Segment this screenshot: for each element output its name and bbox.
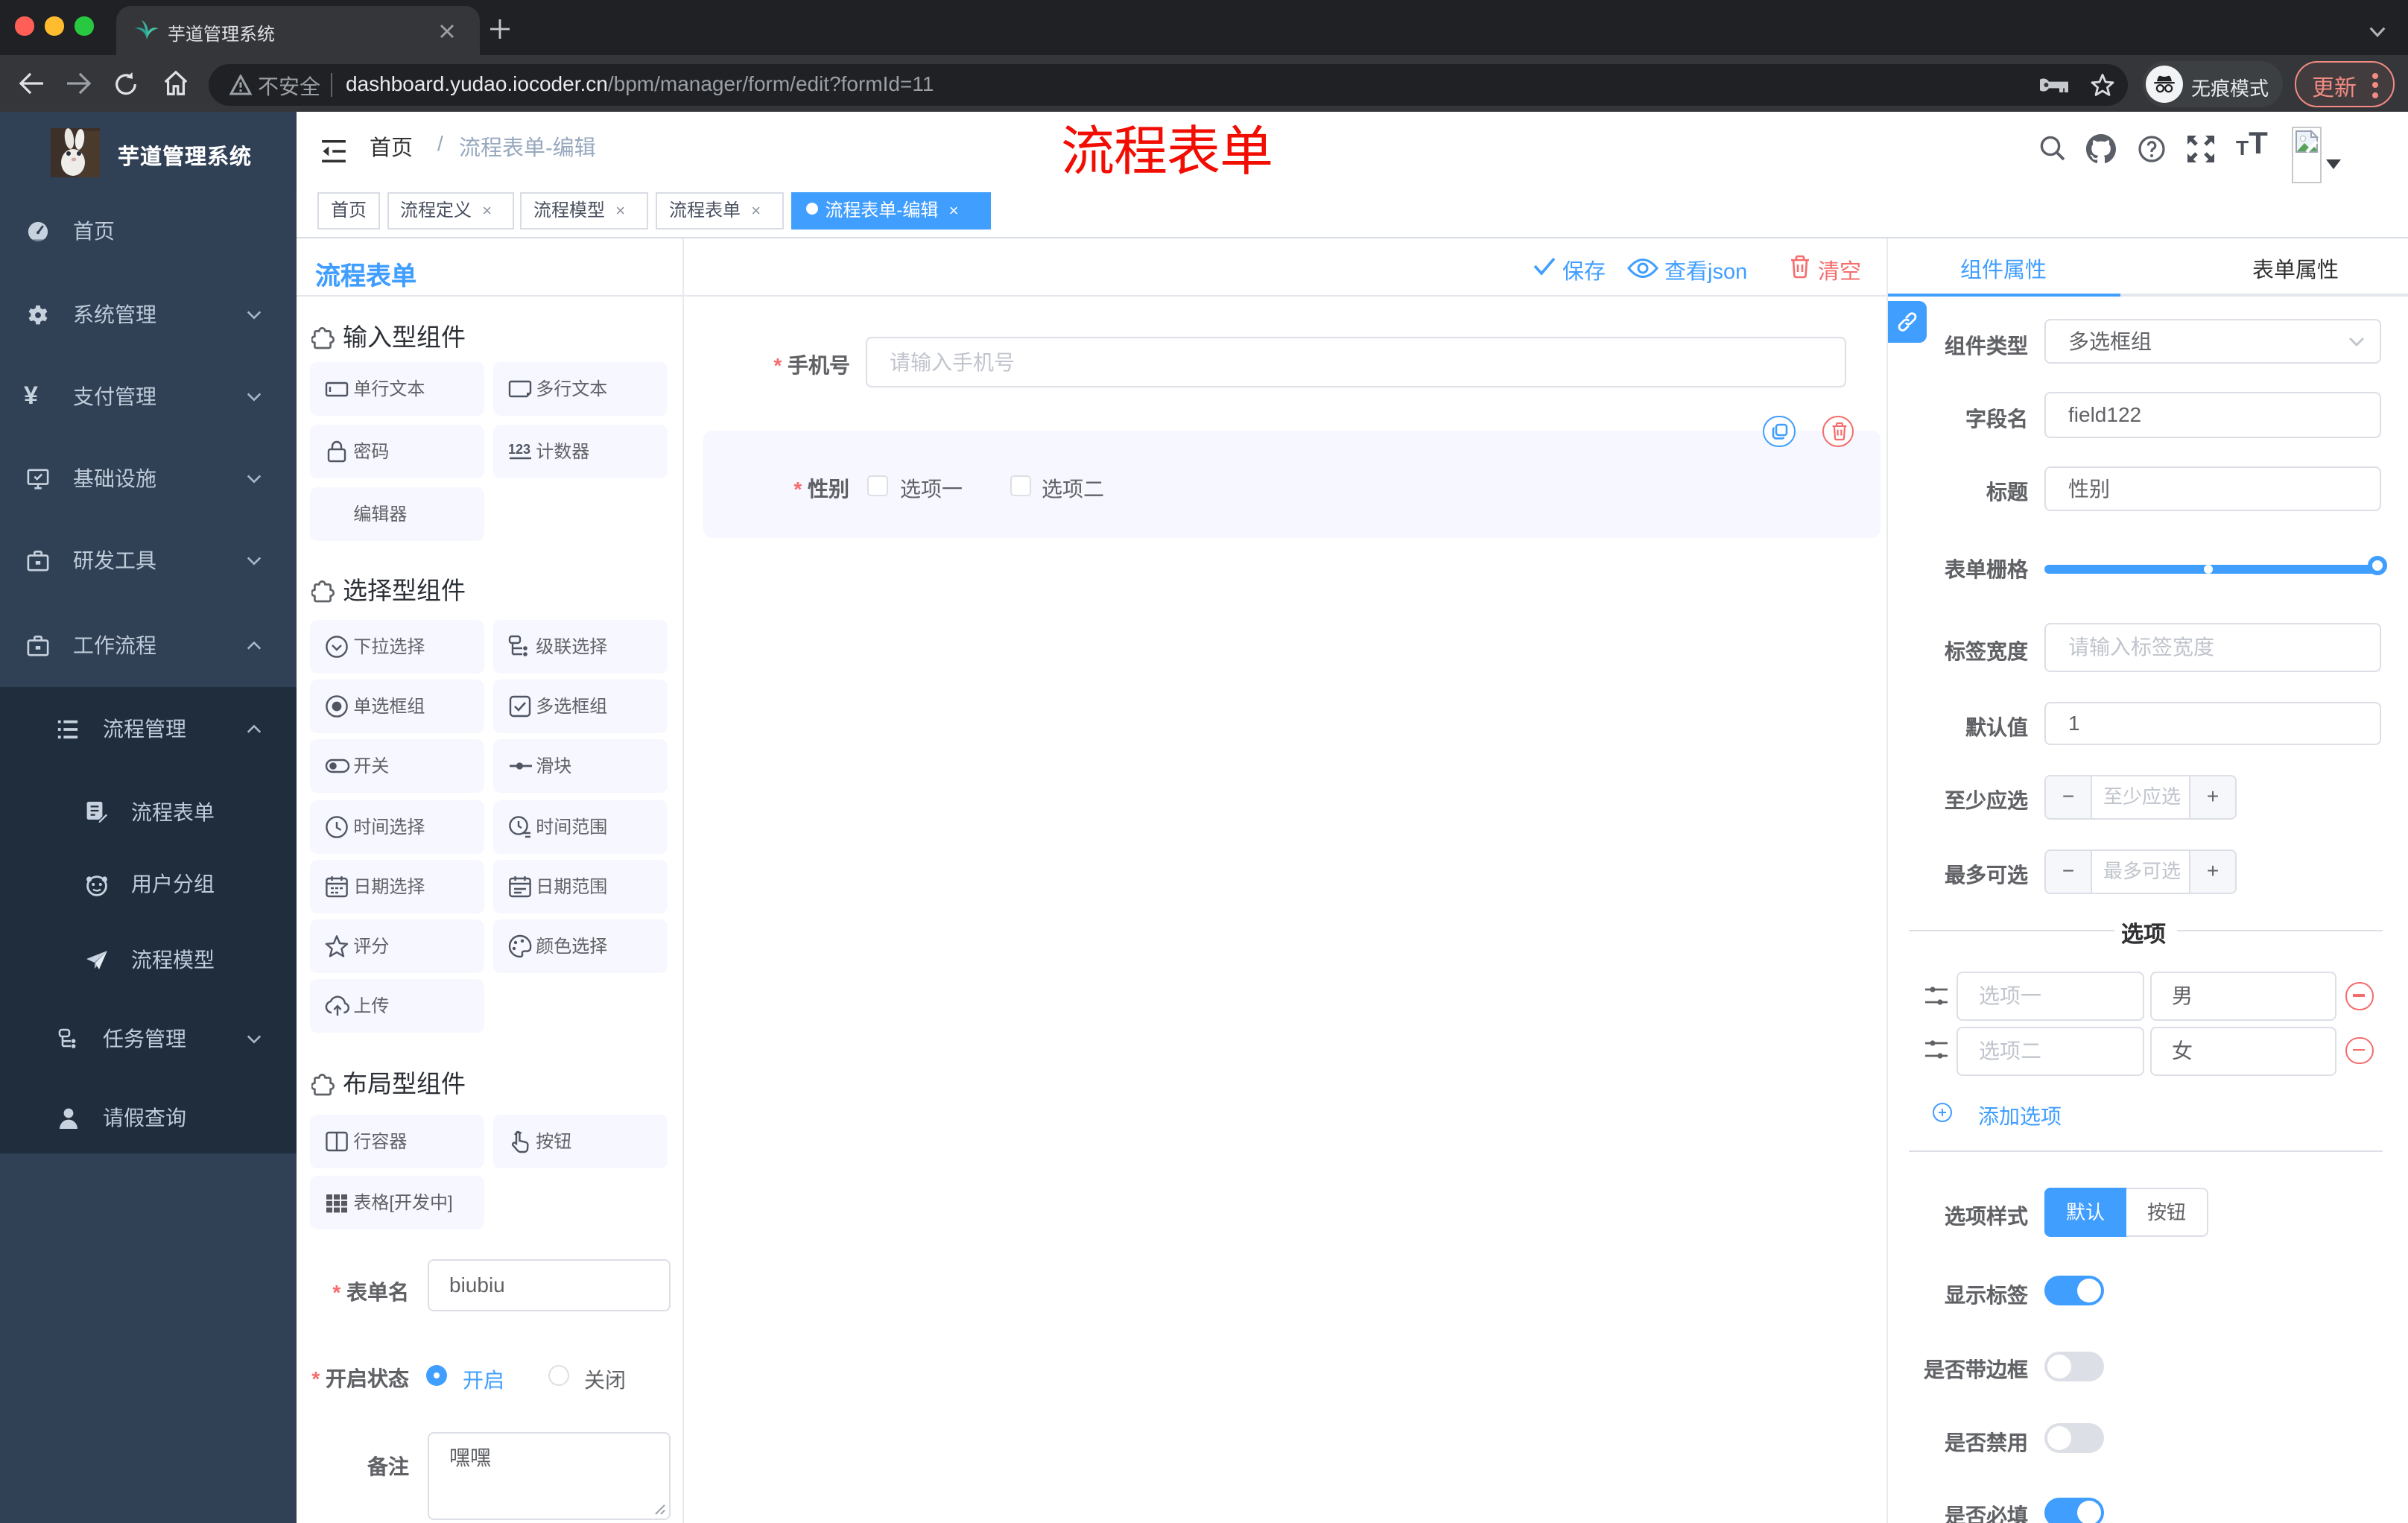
svg-text:123: 123 [507, 441, 530, 456]
